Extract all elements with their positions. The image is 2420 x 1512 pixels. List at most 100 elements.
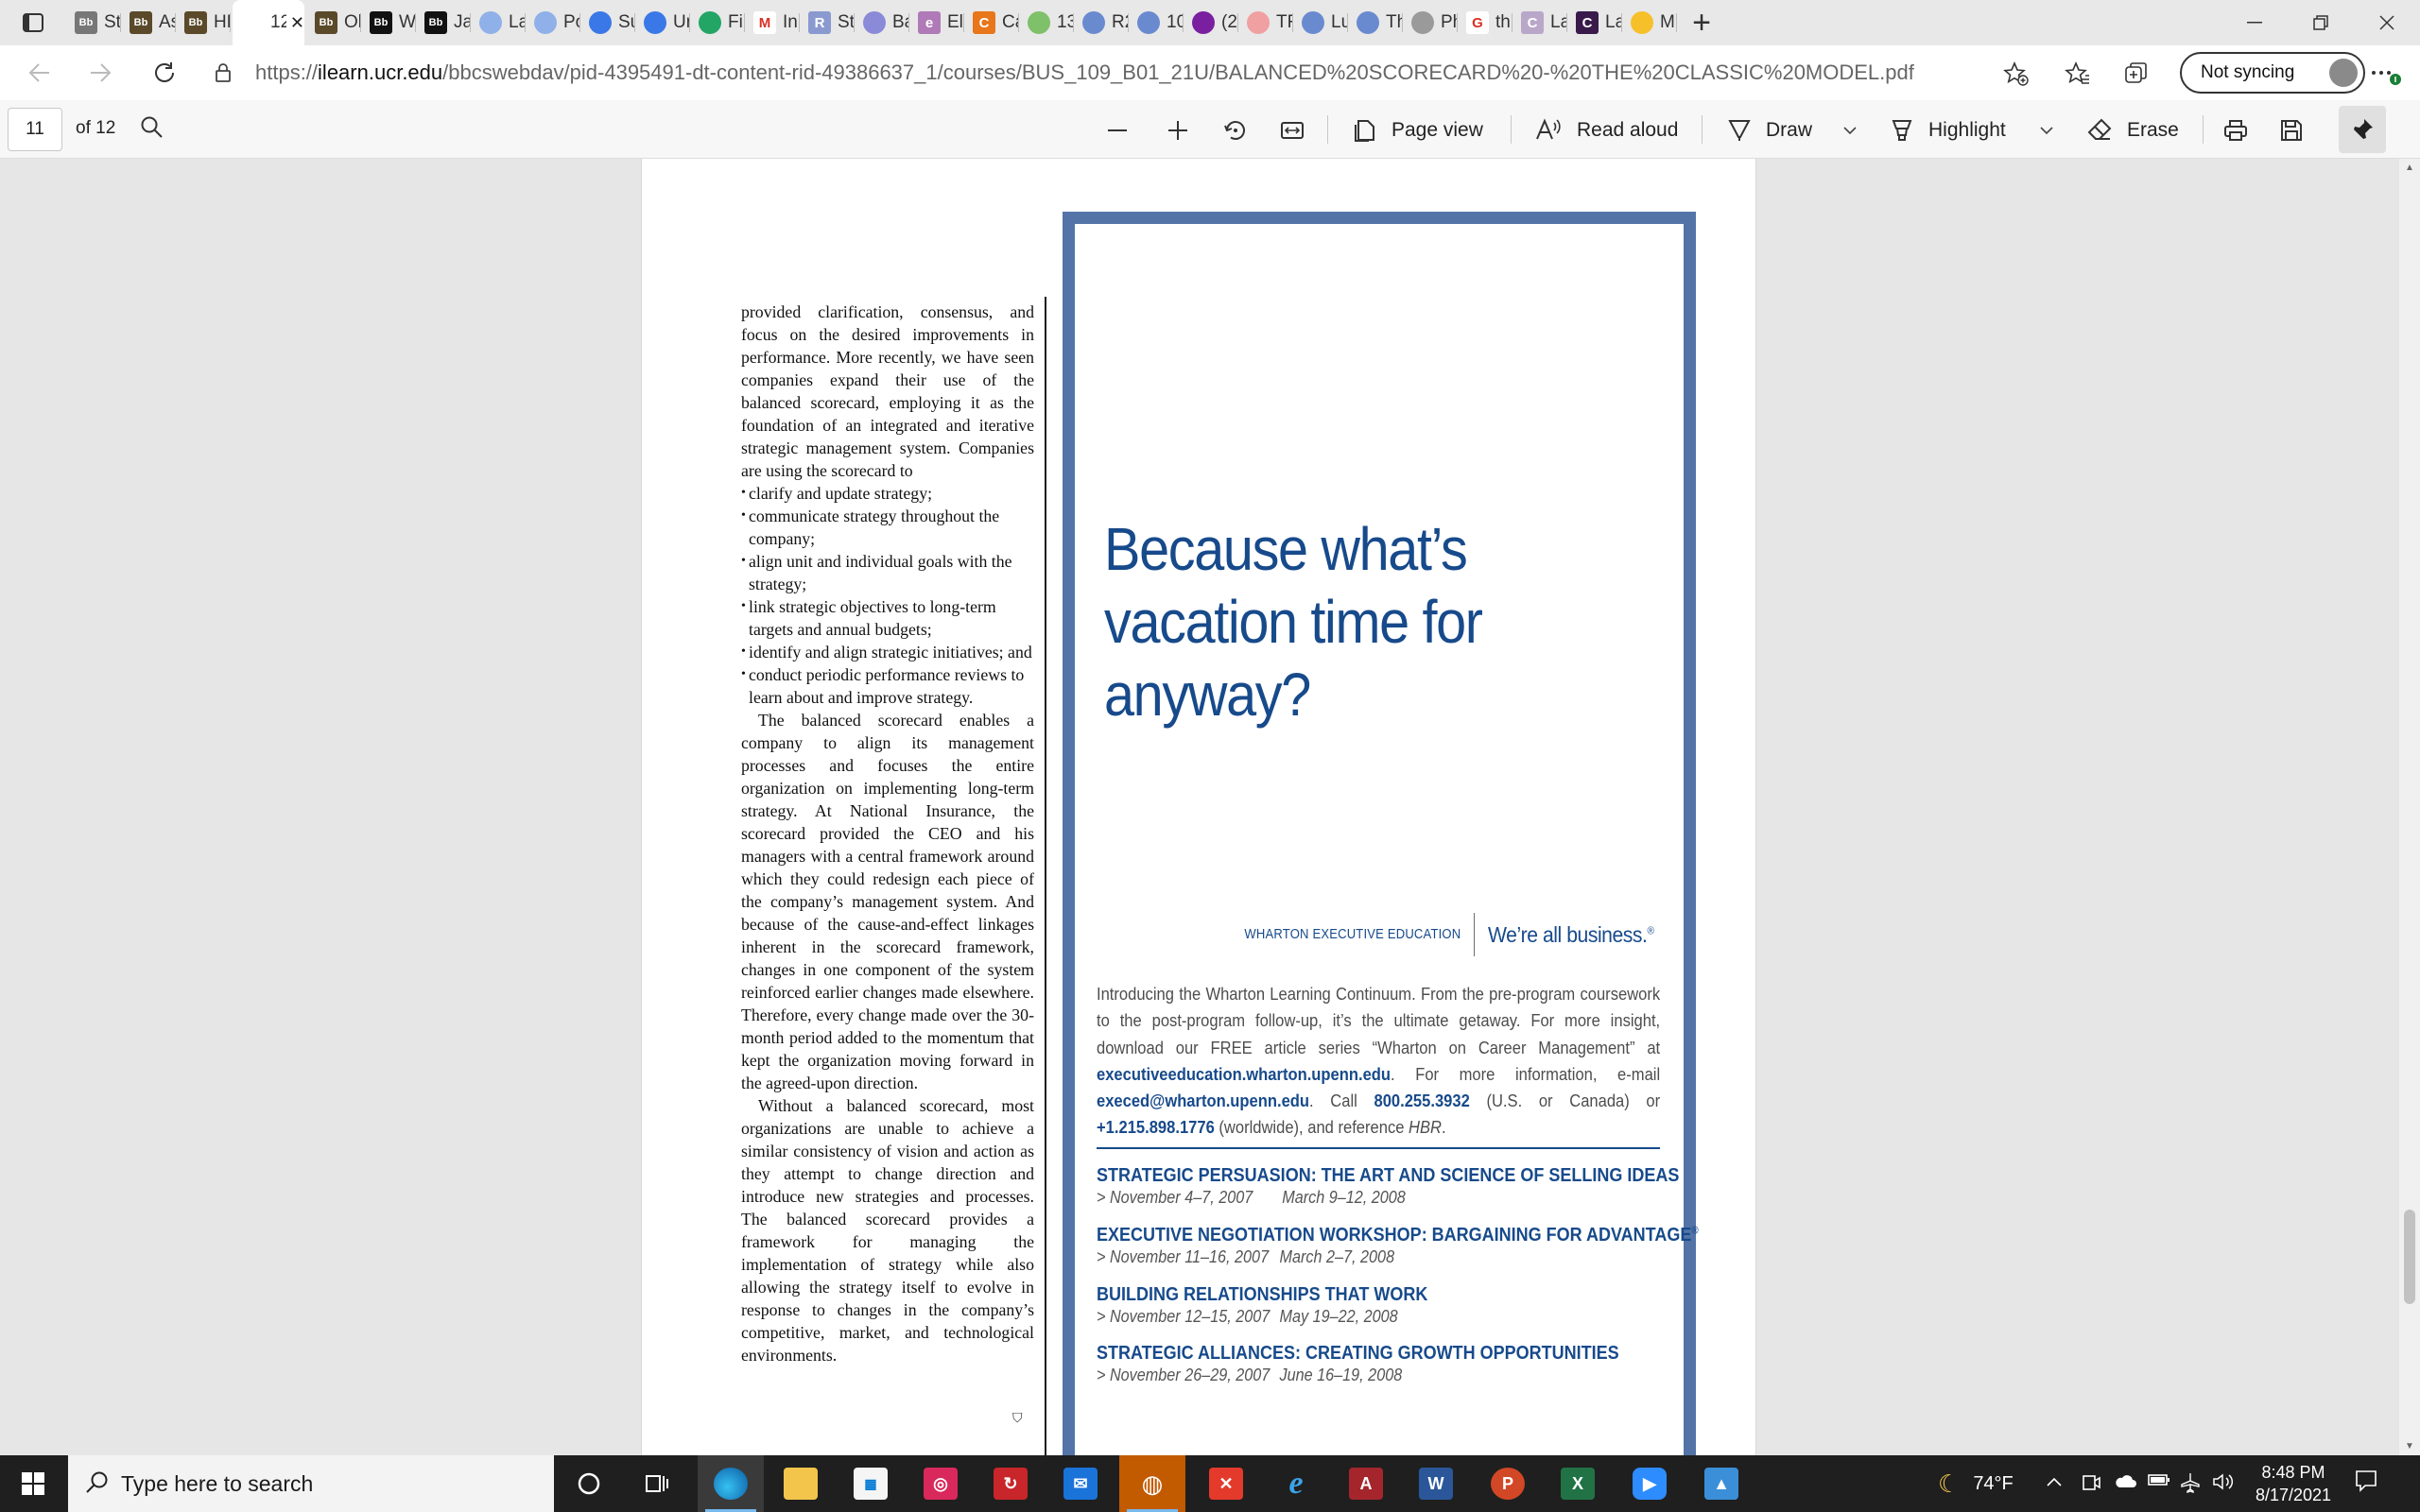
program-title-text: STRATEGIC PERSUASION: THE ART AND SCIENC…	[1097, 1165, 1680, 1186]
close-tab-icon[interactable]: ✕	[290, 13, 304, 33]
zoom-out-button[interactable]	[1106, 112, 1144, 149]
browser-tab[interactable]: Bb Ol	[306, 0, 361, 45]
browser-tab[interactable]: R2	[1074, 0, 1129, 45]
taskbar-zoom[interactable]: ▶	[1616, 1455, 1683, 1512]
fit-width-button[interactable]	[1280, 112, 1320, 149]
scrollbar-thumb[interactable]	[2404, 1210, 2415, 1304]
browser-tab[interactable]: M	[1622, 0, 1677, 45]
page-number-input[interactable]: 11	[8, 108, 62, 151]
browser-tab[interactable]: La	[471, 0, 526, 45]
browser-tab[interactable]: Gth	[1458, 0, 1512, 45]
notifications-button[interactable]	[2354, 1469, 2378, 1498]
page-view-button[interactable]: Page view	[1354, 112, 1483, 149]
browser-tab[interactable]: Su	[580, 0, 635, 45]
back-button[interactable]	[13, 50, 66, 95]
browser-tab[interactable]: R St	[800, 0, 855, 45]
scroll-down-arrow-icon[interactable]: ▼	[2405, 1441, 2414, 1452]
browser-tab[interactable]: Bb W	[361, 0, 416, 45]
scroll-up-arrow-icon[interactable]: ▲	[2405, 163, 2414, 173]
draw-button[interactable]: Draw	[1728, 112, 1812, 149]
refresh-button[interactable]	[138, 50, 191, 95]
taskbar-app-x[interactable]: ✕	[1193, 1455, 1259, 1512]
taskbar-globe-app[interactable]: ◍	[1119, 1455, 1185, 1512]
browser-tab[interactable]: Ur	[635, 0, 690, 45]
taskbar-app-sync[interactable]: ↻	[977, 1455, 1044, 1512]
lock-icon[interactable]	[204, 62, 242, 83]
taskbar-store[interactable]: ▦	[838, 1455, 904, 1512]
list-item: identify and align strategic initiatives…	[741, 641, 1034, 663]
tab-actions-button[interactable]	[0, 0, 66, 45]
battery-icon[interactable]	[2148, 1472, 2170, 1492]
taskbar-file-explorer[interactable]	[768, 1455, 834, 1512]
browser-tab[interactable]: Ba	[855, 0, 909, 45]
airplane-mode-icon[interactable]	[2180, 1472, 2201, 1498]
collections-button[interactable]	[2118, 55, 2155, 93]
address-bar[interactable]: https://ilearn.ucr.edu/bbcswebdav/pid-43…	[204, 49, 2049, 96]
pin-toolbar-button[interactable]	[2339, 106, 2386, 153]
favorites-button[interactable]	[2059, 55, 2097, 93]
browser-tab[interactable]: C La	[1512, 0, 1567, 45]
browser-tab[interactable]: M In	[745, 0, 800, 45]
browser-tab[interactable]: 10	[1129, 0, 1184, 45]
save-button[interactable]	[2280, 112, 2318, 149]
program-item: BUILDING RELATIONSHIPS THAT WORK > Novem…	[1097, 1284, 1641, 1330]
browser-tab[interactable]: (20	[1184, 0, 1238, 45]
weather-widget[interactable]: ☾ 74°F	[1938, 1455, 2014, 1512]
browser-tab[interactable]: TR	[1238, 0, 1293, 45]
print-button[interactable]	[2223, 112, 2263, 149]
browser-tab[interactable]: Bb HE	[176, 0, 231, 45]
zoom-in-button[interactable]	[1167, 112, 1204, 149]
restore-button[interactable]	[2288, 0, 2354, 45]
browser-tab[interactable]: e Ell	[909, 0, 964, 45]
taskbar-search-box[interactable]: Type here to search	[68, 1455, 554, 1512]
onedrive-cloud-icon[interactable]	[2114, 1472, 2136, 1494]
taskbar-word[interactable]: W	[1403, 1455, 1469, 1512]
browser-tab[interactable]: Bb St	[66, 0, 121, 45]
draw-options-chevron[interactable]	[1843, 123, 1857, 138]
article-bullet-list: clarify and update strategy; communicate…	[741, 482, 1034, 709]
browser-tab[interactable]: C La	[1567, 0, 1622, 45]
highlight-options-chevron[interactable]	[2040, 123, 2053, 138]
vertical-scrollbar[interactable]: ▲ ▼	[2399, 159, 2420, 1455]
show-hidden-icons-chevron[interactable]	[2046, 1472, 2063, 1492]
settings-more-button[interactable]	[2367, 55, 2405, 93]
browser-tab[interactable]: Bb Ja	[416, 0, 471, 45]
meet-now-icon[interactable]	[2082, 1472, 2100, 1498]
browser-tab[interactable]: Fir	[690, 0, 745, 45]
cortana-button[interactable]	[556, 1455, 622, 1512]
minimize-button[interactable]	[2221, 0, 2288, 45]
rotate-button[interactable]	[1223, 112, 1263, 149]
read-aloud-button[interactable]: Read aloud	[1535, 112, 1678, 149]
system-clock[interactable]: 8:48 PM 8/17/2021	[2237, 1461, 2350, 1506]
browser-tab[interactable]: Lu	[1293, 0, 1348, 45]
forward-button[interactable]	[74, 50, 127, 95]
browser-tab[interactable]: Ph	[1403, 0, 1458, 45]
volume-icon[interactable]	[2212, 1472, 2235, 1496]
taskbar-photos[interactable]: ▲	[1688, 1455, 1754, 1512]
taskbar-powerpoint[interactable]: P	[1475, 1455, 1541, 1512]
taskbar-internet-explorer[interactable]: e	[1263, 1455, 1329, 1512]
avatar	[2329, 59, 2358, 87]
pdf-search-button[interactable]	[140, 115, 164, 145]
taskbar-app-red[interactable]: ◎	[908, 1455, 974, 1512]
taskbar-mail[interactable]: ✉	[1047, 1455, 1114, 1512]
browser-tab[interactable]: Bb As	[121, 0, 176, 45]
browser-tab[interactable]: Th	[1348, 0, 1403, 45]
browser-tab[interactable]: 12 ✕	[233, 0, 304, 45]
profile-sync-button[interactable]: Not syncing	[2180, 52, 2365, 94]
close-window-button[interactable]	[2354, 0, 2420, 45]
browser-tab[interactable]: 13	[1019, 0, 1074, 45]
erase-button[interactable]: Erase	[2087, 112, 2179, 149]
browser-tab[interactable]: C Ca	[964, 0, 1019, 45]
taskbar-edge[interactable]	[698, 1455, 764, 1512]
favorite-star-button[interactable]	[1996, 55, 2034, 93]
browser-tab[interactable]: Po	[526, 0, 580, 45]
highlight-button[interactable]: Highlight	[1891, 112, 2006, 149]
taskbar-access[interactable]: A	[1333, 1455, 1399, 1512]
pdf-viewer[interactable]: provided clarification, consensus, and f…	[0, 159, 2420, 1455]
new-tab-button[interactable]: +	[1677, 0, 1726, 45]
taskbar-excel[interactable]: X	[1545, 1455, 1611, 1512]
task-view-button[interactable]	[624, 1455, 690, 1512]
start-button[interactable]	[0, 1455, 66, 1512]
search-icon	[141, 116, 163, 138]
